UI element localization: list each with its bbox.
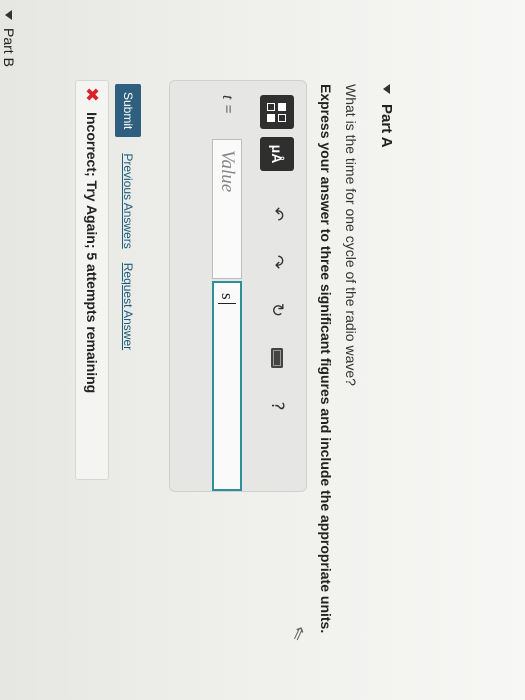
variable-label: t = xyxy=(219,95,236,115)
feedback-box: ✖ Incorrect; Try Again; 5 attempts remai… xyxy=(75,80,109,480)
value-input[interactable]: Value xyxy=(212,139,242,279)
templates-icon xyxy=(267,102,287,122)
keyboard-icon[interactable] xyxy=(262,345,292,371)
feedback-text: Incorrect; Try Again; 5 attempts remaini… xyxy=(84,112,100,394)
answer-panel: μÅ ↶ ↷ ↻ ? t = Value s xyxy=(169,80,307,492)
part-a-title: Part A xyxy=(378,104,395,148)
request-answer-link[interactable]: Request Answer xyxy=(121,263,135,350)
part-b-header[interactable]: Part B xyxy=(1,10,17,67)
mu-angstrom-icon: μÅ xyxy=(269,144,285,164)
screen: Part A What is the time for one cycle of… xyxy=(0,0,525,700)
collapse-triangle-icon[interactable] xyxy=(5,10,13,20)
question-text: What is the time for one cycle of the ra… xyxy=(343,84,359,386)
part-a-header[interactable]: Part A xyxy=(378,84,395,148)
answer-row: t = Value s xyxy=(212,95,242,491)
part-b-title: Part B xyxy=(1,28,17,67)
redo-icon[interactable]: ↷ xyxy=(262,249,292,275)
units-value: s xyxy=(218,293,237,300)
incorrect-x-icon: ✖ xyxy=(81,87,103,103)
units-button[interactable]: μÅ xyxy=(260,137,294,171)
text-caret xyxy=(218,302,236,304)
previous-answers-link[interactable]: Previous Answers xyxy=(121,153,135,248)
units-input[interactable]: s xyxy=(212,281,242,491)
submit-button[interactable]: Submit xyxy=(115,84,141,138)
collapse-triangle-icon[interactable] xyxy=(383,84,390,94)
mouse-cursor-icon: ⇖ xyxy=(286,622,311,644)
help-icon[interactable]: ? xyxy=(262,393,292,419)
math-toolbar: μÅ ↶ ↷ ↻ ? xyxy=(260,95,294,419)
templates-button[interactable] xyxy=(260,95,294,129)
action-bar: Submit Previous Answers Request Answer xyxy=(115,84,141,364)
instruction-text: Express your answer to three significant… xyxy=(318,84,334,634)
reset-icon[interactable]: ↻ xyxy=(262,297,292,323)
undo-icon[interactable]: ↶ xyxy=(262,201,292,227)
